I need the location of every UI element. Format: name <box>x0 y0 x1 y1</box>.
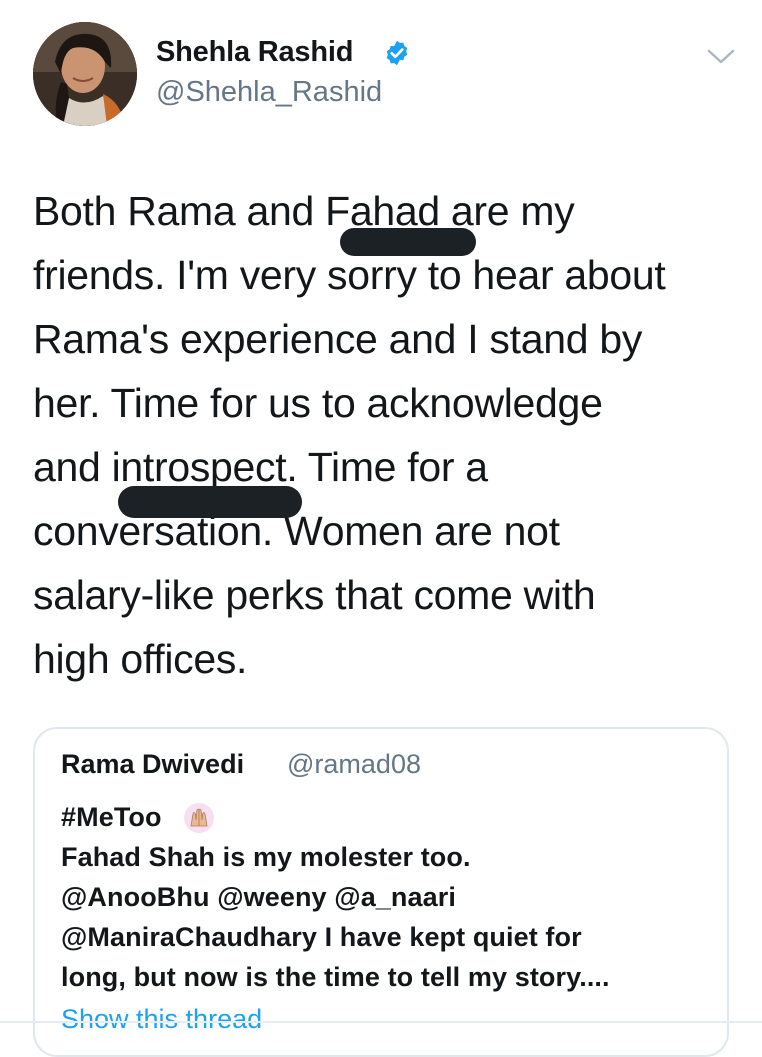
author-display-name[interactable]: Shehla Rashid <box>156 36 353 69</box>
quoted-author-name: Rama Dwivedi <box>61 749 245 779</box>
avatar[interactable] <box>33 22 137 126</box>
quoted-author-handle: @ramad08 <box>287 749 421 779</box>
raised-hands-icon <box>184 803 214 833</box>
chevron-down-icon[interactable] <box>706 47 736 67</box>
profile-photo <box>33 22 137 126</box>
redaction-mark <box>340 228 476 256</box>
author-handle[interactable]: @Shehla_Rashid <box>156 76 382 109</box>
quoted-tweet-card[interactable]: Rama Dwivedi @ramad08 #MeToo Fahad Shah … <box>33 727 729 1057</box>
redaction-mark <box>118 486 302 518</box>
show-thread-link[interactable]: Show this thread <box>61 1004 262 1035</box>
quoted-tweet-text: #MeToo Fahad Shah is my molester too. @A… <box>61 802 610 992</box>
verified-badge-icon <box>386 40 408 66</box>
